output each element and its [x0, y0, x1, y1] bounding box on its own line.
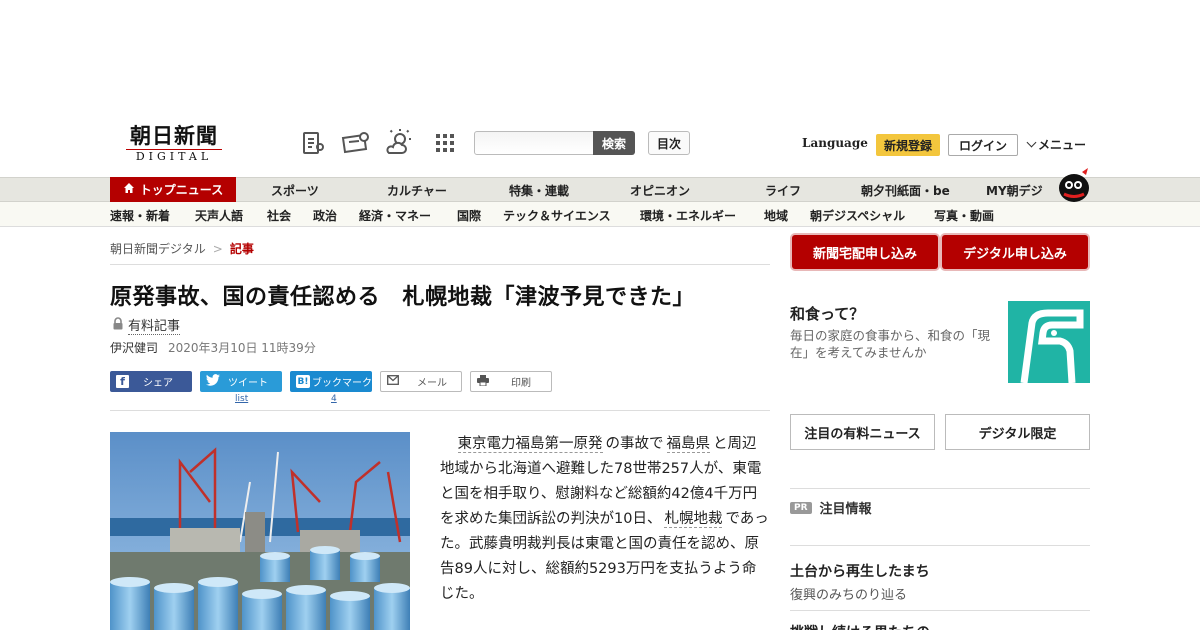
washoku-logo-icon[interactable] [1008, 301, 1090, 384]
digital-subscribe-button[interactable]: デジタル申し込み [942, 235, 1088, 269]
print-icon [477, 374, 489, 389]
print-button[interactable]: 印刷 [470, 371, 552, 392]
nav2-special[interactable]: 朝デジスペシャル [810, 207, 905, 224]
breadcrumb-separator: > [212, 242, 223, 256]
pr-title: 注目情報 [819, 502, 872, 517]
language-link[interactable]: Language [802, 136, 868, 150]
twitter-share-label: ツイート [228, 378, 268, 389]
nav2-tech[interactable]: テック＆サイエンス [503, 207, 611, 224]
breadcrumb-current: 記事 [229, 242, 254, 256]
breadcrumb: 朝日新聞デジタル > 記事 [110, 240, 254, 257]
link-sapporo-court[interactable]: 札幌地裁 [664, 511, 723, 528]
weather-icon[interactable] [384, 128, 414, 158]
menu-label: メニュー [1038, 138, 1087, 152]
nav2-economy[interactable]: 経済・マネー [359, 207, 431, 224]
nav-sports[interactable]: スポーツ [271, 182, 319, 199]
divider [790, 488, 1090, 489]
divider [110, 264, 770, 265]
promo-title[interactable]: 和食って？ [790, 303, 864, 324]
search-input[interactable] [474, 131, 594, 155]
article-headline: 原発事故、国の責任認める 札幌地裁「津波予見できた」 [110, 285, 696, 310]
site-logo[interactable]: 朝日新聞 DIGITAL [118, 124, 230, 164]
nav-opinion[interactable]: オピニオン [630, 182, 690, 199]
paid-label: 有料記事 [128, 315, 181, 335]
facebook-share-button[interactable]: f シェア [110, 371, 192, 392]
pr-item-title[interactable]: 土台から再生したまち [790, 561, 930, 581]
link-tepco-fukushima[interactable]: 東京電力福島第一原発 [457, 436, 603, 453]
logo-sub: DIGITAL [126, 149, 222, 164]
lock-icon [112, 316, 124, 334]
nav2-photo[interactable]: 写真・動画 [934, 207, 994, 224]
twitter-count[interactable]: list [235, 394, 248, 404]
facebook-icon: f [116, 375, 129, 388]
search-button[interactable]: 検索 [593, 131, 635, 155]
article-body: 東京電力福島第一原発 の事故で 福島県 と周辺地域から北海道へ避難した78世帯257人… [440, 432, 770, 607]
twitter-icon [206, 374, 220, 389]
nav-features[interactable]: 特集・連載 [509, 182, 569, 199]
signup-button[interactable]: 新規登録 [876, 134, 940, 156]
pr-badge: PR [790, 501, 812, 514]
twitter-share-button[interactable]: ツイート [200, 371, 282, 392]
mail-share-button[interactable]: メール [380, 371, 462, 392]
hatena-count[interactable]: 4 [331, 394, 337, 404]
pr-item-subtitle: 復興のみちのり辿る [790, 588, 908, 603]
article-photo[interactable] [110, 432, 410, 630]
hatena-share-label: ブックマーク [312, 378, 372, 389]
divider [790, 545, 1090, 546]
nav2-politics[interactable]: 政治 [313, 207, 337, 224]
mail-share-label: メール [417, 378, 447, 389]
newspaper-subscribe-button[interactable]: 新聞宅配申し込み [792, 235, 938, 269]
nav2-society[interactable]: 社会 [267, 207, 291, 224]
grid-menu-icon[interactable] [430, 128, 460, 158]
nav-top-news[interactable]: トップニュース [110, 177, 236, 202]
nav2-region[interactable]: 地域 [764, 207, 788, 224]
pr-item-title[interactable]: 挑戦し続ける男たちの [790, 622, 930, 630]
hatena-icon: B! [296, 375, 310, 388]
byline: 伊沢健司 2020年3月10日 11時39分 [110, 339, 316, 356]
body-seg1: の事故で [605, 436, 664, 452]
nav-my[interactable]: MY朝デジ [986, 182, 1043, 199]
nav2-environment[interactable]: 環境・エネルギー [640, 207, 736, 224]
nav2-international[interactable]: 国際 [457, 207, 481, 224]
pr-section-header: PR 注目情報 [790, 498, 872, 517]
chevron-down-icon [1026, 137, 1037, 148]
nav-top-news-label: トップニュース [139, 183, 224, 197]
nav2-tenseijingo[interactable]: 天声人語 [195, 207, 243, 224]
mail-icon [387, 375, 399, 388]
ticket-icon[interactable] [340, 128, 370, 158]
breadcrumb-root[interactable]: 朝日新聞デジタル [110, 242, 206, 256]
paid-article-tag[interactable]: 有料記事 [112, 315, 181, 335]
nav-paper[interactable]: 朝夕刊紙面・be [861, 182, 950, 199]
link-fukushima[interactable]: 福島県 [666, 436, 710, 453]
logo-main: 朝日新聞 [130, 123, 218, 148]
divider [790, 610, 1090, 611]
menu-button[interactable]: メニュー [1026, 136, 1086, 153]
nav-life[interactable]: ライフ [765, 182, 801, 199]
login-button[interactable]: ログイン [948, 134, 1018, 156]
paid-news-button[interactable]: 注目の有料ニュース [790, 414, 935, 450]
hatena-bookmark-button[interactable]: B! ブックマーク [290, 371, 372, 392]
publish-date: 2020年3月10日 11時39分 [168, 341, 316, 355]
nav-culture[interactable]: カルチャー [387, 182, 447, 199]
divider [110, 410, 770, 411]
promo-description: 毎日の家庭の食事から、和食の「現在」を考えてみませんか [790, 328, 991, 360]
home-icon [123, 182, 135, 197]
author: 伊沢健司 [110, 341, 159, 355]
facebook-share-label: シェア [143, 378, 173, 389]
nav2-breaking[interactable]: 速報・新着 [110, 207, 170, 224]
mascot-icon[interactable] [1054, 166, 1092, 202]
toc-button[interactable]: 目次 [648, 131, 690, 155]
digital-only-button[interactable]: デジタル限定 [945, 414, 1090, 450]
print-label: 印刷 [511, 378, 531, 389]
newspaper-icon[interactable] [298, 128, 328, 158]
